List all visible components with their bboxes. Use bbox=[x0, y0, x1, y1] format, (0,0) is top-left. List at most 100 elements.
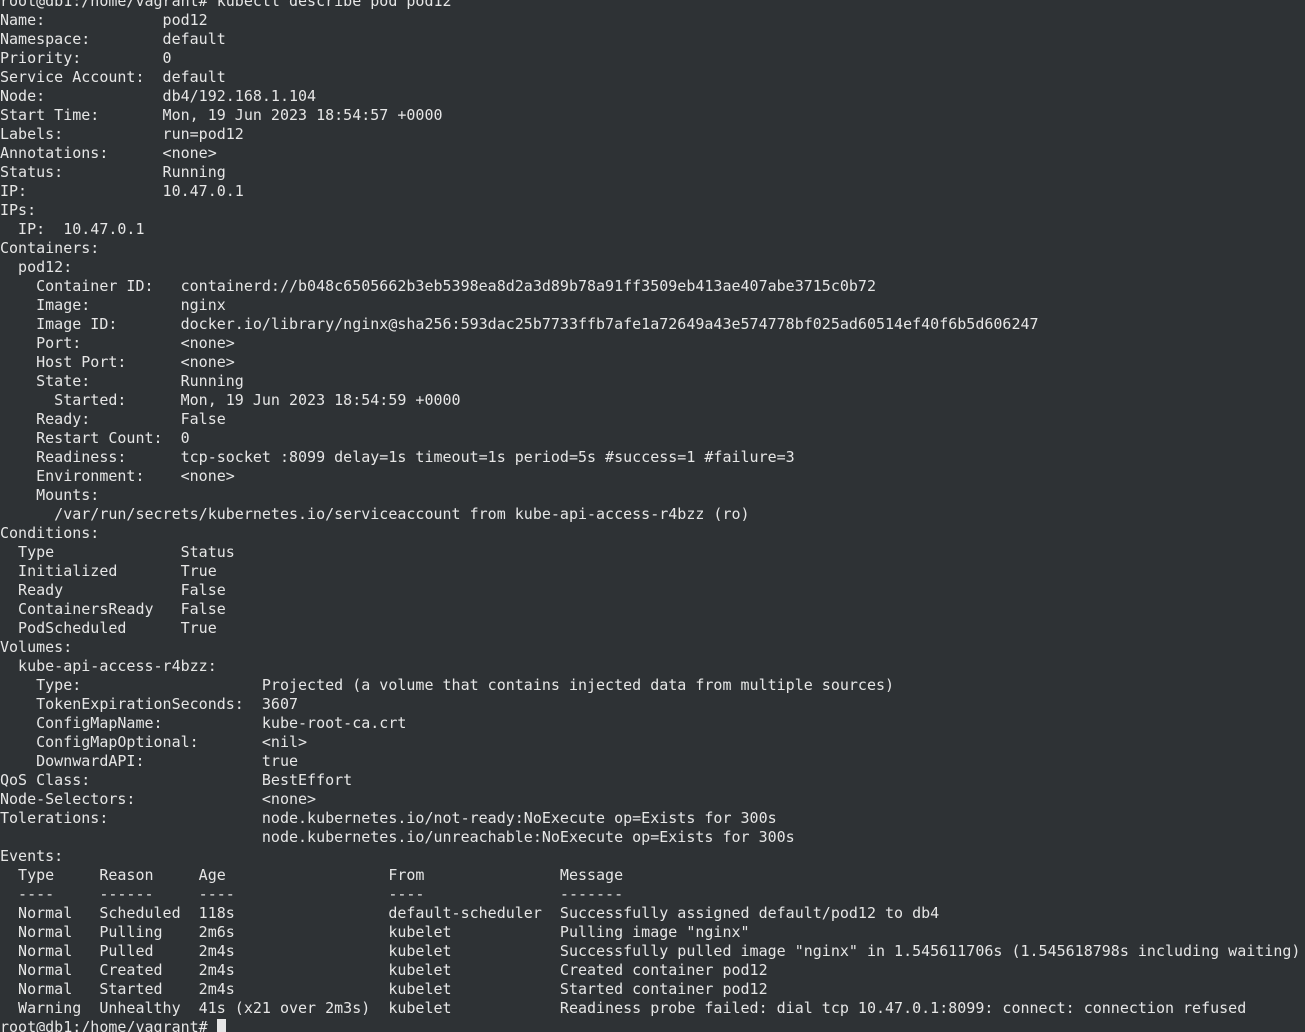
line-text: Normal Started 2m4s kubelet Started cont… bbox=[0, 980, 768, 998]
line-text: Type Reason Age From Message bbox=[0, 866, 624, 884]
line-text: /var/run/secrets/kubernetes.io/serviceac… bbox=[0, 505, 750, 523]
line-text: State: Running bbox=[0, 372, 244, 390]
line-text: Priority: 0 bbox=[0, 49, 172, 67]
output-line: Conditions: bbox=[0, 524, 1300, 543]
output-line: DownwardAPI: true bbox=[0, 752, 1300, 771]
line-text: Host Port: <none> bbox=[0, 353, 235, 371]
line-text: Namespace: default bbox=[0, 30, 226, 48]
output-line: Status: Running bbox=[0, 163, 1300, 182]
line-text: root@db1:/home/vagrant# kubectl describe… bbox=[0, 0, 452, 10]
line-text: Tolerations: node.kubernetes.io/not-read… bbox=[0, 809, 777, 827]
line-text: Container ID: containerd://b048c6505662b… bbox=[0, 277, 876, 295]
line-text: pod12: bbox=[0, 258, 73, 276]
line-text: TokenExpirationSeconds: 3607 bbox=[0, 695, 299, 713]
output-line: Readiness: tcp-socket :8099 delay=1s tim… bbox=[0, 448, 1300, 467]
output-line: Service Account: default bbox=[0, 68, 1300, 87]
output-line: Labels: run=pod12 bbox=[0, 125, 1300, 144]
output-line: ConfigMapName: kube-root-ca.crt bbox=[0, 714, 1300, 733]
line-text: kube-api-access-r4bzz: bbox=[0, 657, 217, 675]
output-line: Normal Created 2m4s kubelet Created cont… bbox=[0, 961, 1300, 980]
line-text: Name: pod12 bbox=[0, 11, 208, 29]
output-line: Environment: <none> bbox=[0, 467, 1300, 486]
line-text: Type Status bbox=[0, 543, 235, 561]
line-text: PodScheduled True bbox=[0, 619, 217, 637]
output-line: State: Running bbox=[0, 372, 1300, 391]
output-line: Node: db4/192.168.1.104 bbox=[0, 87, 1300, 106]
line-text: root@db1:/home/vagrant# bbox=[0, 1018, 217, 1032]
line-text: Conditions: bbox=[0, 524, 100, 542]
line-text: Normal Scheduled 118s default-scheduler … bbox=[0, 904, 940, 922]
output-line: ConfigMapOptional: <nil> bbox=[0, 733, 1300, 752]
output-line: Start Time: Mon, 19 Jun 2023 18:54:57 +0… bbox=[0, 106, 1300, 125]
line-text: Ready False bbox=[0, 581, 226, 599]
output-line: Type Status bbox=[0, 543, 1300, 562]
output-line: Restart Count: 0 bbox=[0, 429, 1300, 448]
output-line: IP: 10.47.0.1 bbox=[0, 182, 1300, 201]
output-line: Started: Mon, 19 Jun 2023 18:54:59 +0000 bbox=[0, 391, 1300, 410]
line-text: Image: nginx bbox=[0, 296, 226, 314]
line-text: DownwardAPI: true bbox=[0, 752, 299, 770]
output-line: Normal Pulling 2m6s kubelet Pulling imag… bbox=[0, 923, 1300, 942]
line-text: IPs: bbox=[0, 201, 37, 219]
output-line: Node-Selectors: <none> bbox=[0, 790, 1300, 809]
line-text: Ready: False bbox=[0, 410, 226, 428]
line-text: IP: 10.47.0.1 bbox=[0, 220, 145, 238]
output-line: Namespace: default bbox=[0, 30, 1300, 49]
line-text: Volumes: bbox=[0, 638, 73, 656]
output-line: node.kubernetes.io/unreachable:NoExecute… bbox=[0, 828, 1300, 847]
output-line: ---- ------ ---- ---- ------- bbox=[0, 885, 1300, 904]
output-line: ContainersReady False bbox=[0, 600, 1300, 619]
terminal-window[interactable]: root@db1:/home/vagrant# kubectl describe… bbox=[0, 0, 1305, 1032]
line-text: ConfigMapName: kube-root-ca.crt bbox=[0, 714, 407, 732]
output-line: Ready: False bbox=[0, 410, 1300, 429]
output-line: Container ID: containerd://b048c6505662b… bbox=[0, 277, 1300, 296]
output-line: Annotations: <none> bbox=[0, 144, 1300, 163]
text-cursor bbox=[216, 1019, 226, 1032]
output-line: QoS Class: BestEffort bbox=[0, 771, 1300, 790]
output-line: Mounts: bbox=[0, 486, 1300, 505]
output-line: Events: bbox=[0, 847, 1300, 866]
output-line: Tolerations: node.kubernetes.io/not-read… bbox=[0, 809, 1300, 828]
output-line: Image ID: docker.io/library/nginx@sha256… bbox=[0, 315, 1300, 334]
line-text: Environment: <none> bbox=[0, 467, 235, 485]
output-line: IP: 10.47.0.1 bbox=[0, 220, 1300, 239]
line-text: Port: <none> bbox=[0, 334, 235, 352]
output-line: Port: <none> bbox=[0, 334, 1300, 353]
line-text: Start Time: Mon, 19 Jun 2023 18:54:57 +0… bbox=[0, 106, 443, 124]
output-line: Warning Unhealthy 41s (x21 over 2m3s) ku… bbox=[0, 999, 1300, 1018]
line-text: Mounts: bbox=[0, 486, 100, 504]
output-line: Normal Pulled 2m4s kubelet Successfully … bbox=[0, 942, 1300, 961]
output-line: Containers: bbox=[0, 239, 1300, 258]
line-text: ContainersReady False bbox=[0, 600, 226, 618]
shell-prompt[interactable]: root@db1:/home/vagrant# bbox=[0, 1018, 1300, 1032]
output-line: Initialized True bbox=[0, 562, 1300, 581]
line-text: Normal Pulled 2m4s kubelet Successfully … bbox=[0, 942, 1301, 960]
output-line: IPs: bbox=[0, 201, 1300, 220]
output-line: kube-api-access-r4bzz: bbox=[0, 657, 1300, 676]
output-line: Image: nginx bbox=[0, 296, 1300, 315]
line-text: Labels: run=pod12 bbox=[0, 125, 244, 143]
line-text: ConfigMapOptional: <nil> bbox=[0, 733, 308, 751]
output-line: Ready False bbox=[0, 581, 1300, 600]
output-line: Normal Scheduled 118s default-scheduler … bbox=[0, 904, 1300, 923]
line-text: QoS Class: BestEffort bbox=[0, 771, 353, 789]
output-line: pod12: bbox=[0, 258, 1300, 277]
line-text: Initialized True bbox=[0, 562, 217, 580]
line-text: Node: db4/192.168.1.104 bbox=[0, 87, 317, 105]
line-text: Warning Unhealthy 41s (x21 over 2m3s) ku… bbox=[0, 999, 1247, 1017]
output-line: Normal Started 2m4s kubelet Started cont… bbox=[0, 980, 1300, 999]
line-text: Normal Pulling 2m6s kubelet Pulling imag… bbox=[0, 923, 750, 941]
output-line: Type Reason Age From Message bbox=[0, 866, 1300, 885]
output-line: Priority: 0 bbox=[0, 49, 1300, 68]
line-text: Node-Selectors: <none> bbox=[0, 790, 317, 808]
line-text: IP: 10.47.0.1 bbox=[0, 182, 244, 200]
output-line: Host Port: <none> bbox=[0, 353, 1300, 372]
line-text: Restart Count: 0 bbox=[0, 429, 190, 447]
line-text: Type: Projected (a volume that contains … bbox=[0, 676, 895, 694]
line-text: Started: Mon, 19 Jun 2023 18:54:59 +0000 bbox=[0, 391, 461, 409]
line-text: node.kubernetes.io/unreachable:NoExecute… bbox=[0, 828, 795, 846]
line-text: Image ID: docker.io/library/nginx@sha256… bbox=[0, 315, 1039, 333]
line-text: Status: Running bbox=[0, 163, 226, 181]
line-text: Containers: bbox=[0, 239, 100, 257]
line-text: Events: bbox=[0, 847, 64, 865]
